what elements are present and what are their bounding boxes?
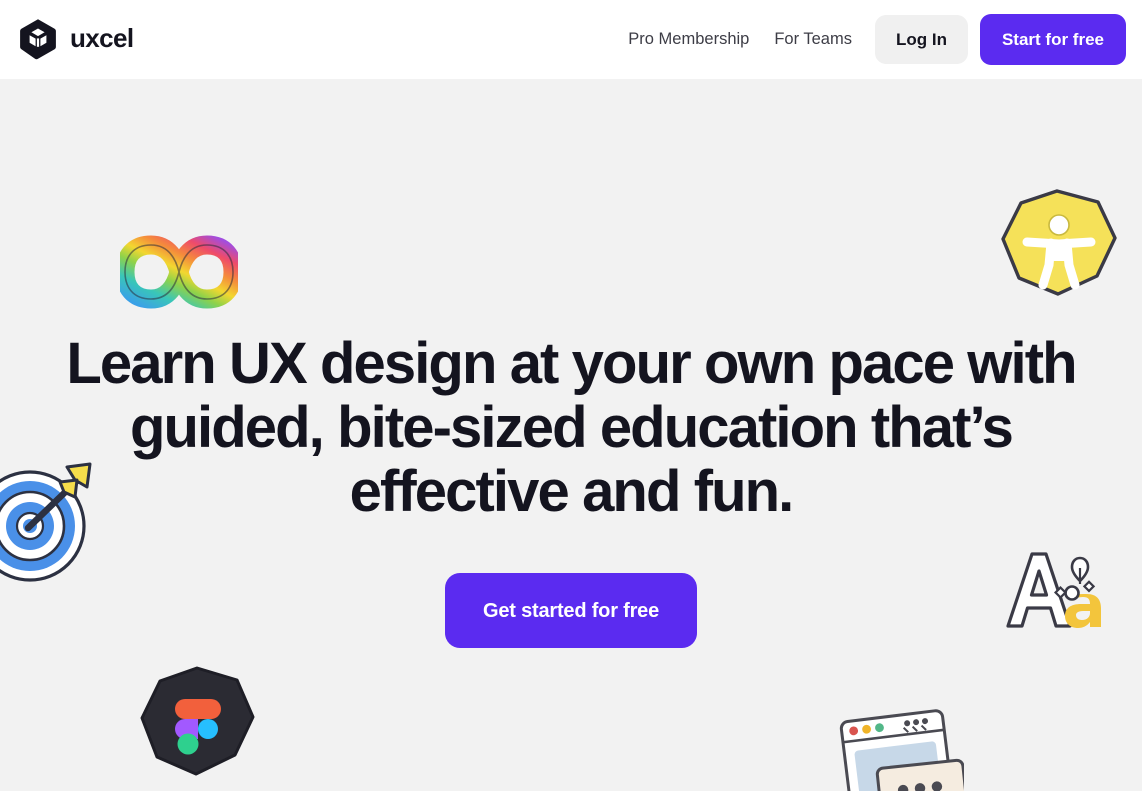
uxcel-hexagon-logo-icon (17, 18, 59, 60)
header-nav: Pro Membership For Teams Log In Start fo… (628, 0, 1126, 79)
brand-wordmark: uxcel (70, 23, 134, 53)
nav-link-for-teams[interactable]: For Teams (774, 31, 852, 48)
get-started-button[interactable]: Get started for free (444, 573, 698, 648)
hero-section: Learn UX design at your own pace with gu… (0, 79, 1142, 791)
brand-logo[interactable]: uxcel (17, 17, 134, 61)
login-button[interactable]: Log In (874, 15, 968, 64)
figma-icon (139, 664, 257, 780)
page-title: Learn UX design at your own pace with gu… (66, 331, 1077, 524)
wireframe-feedback-icon (829, 702, 964, 791)
accessibility-icon (999, 187, 1119, 299)
infinity-gradient-icon (120, 226, 238, 318)
cta-container: Get started for free (0, 573, 1142, 648)
site-header: uxcel Pro Membership For Teams Log In St… (0, 0, 1142, 79)
nav-link-pro-membership[interactable]: Pro Membership (628, 31, 749, 48)
start-for-free-button[interactable]: Start for free (979, 14, 1126, 65)
